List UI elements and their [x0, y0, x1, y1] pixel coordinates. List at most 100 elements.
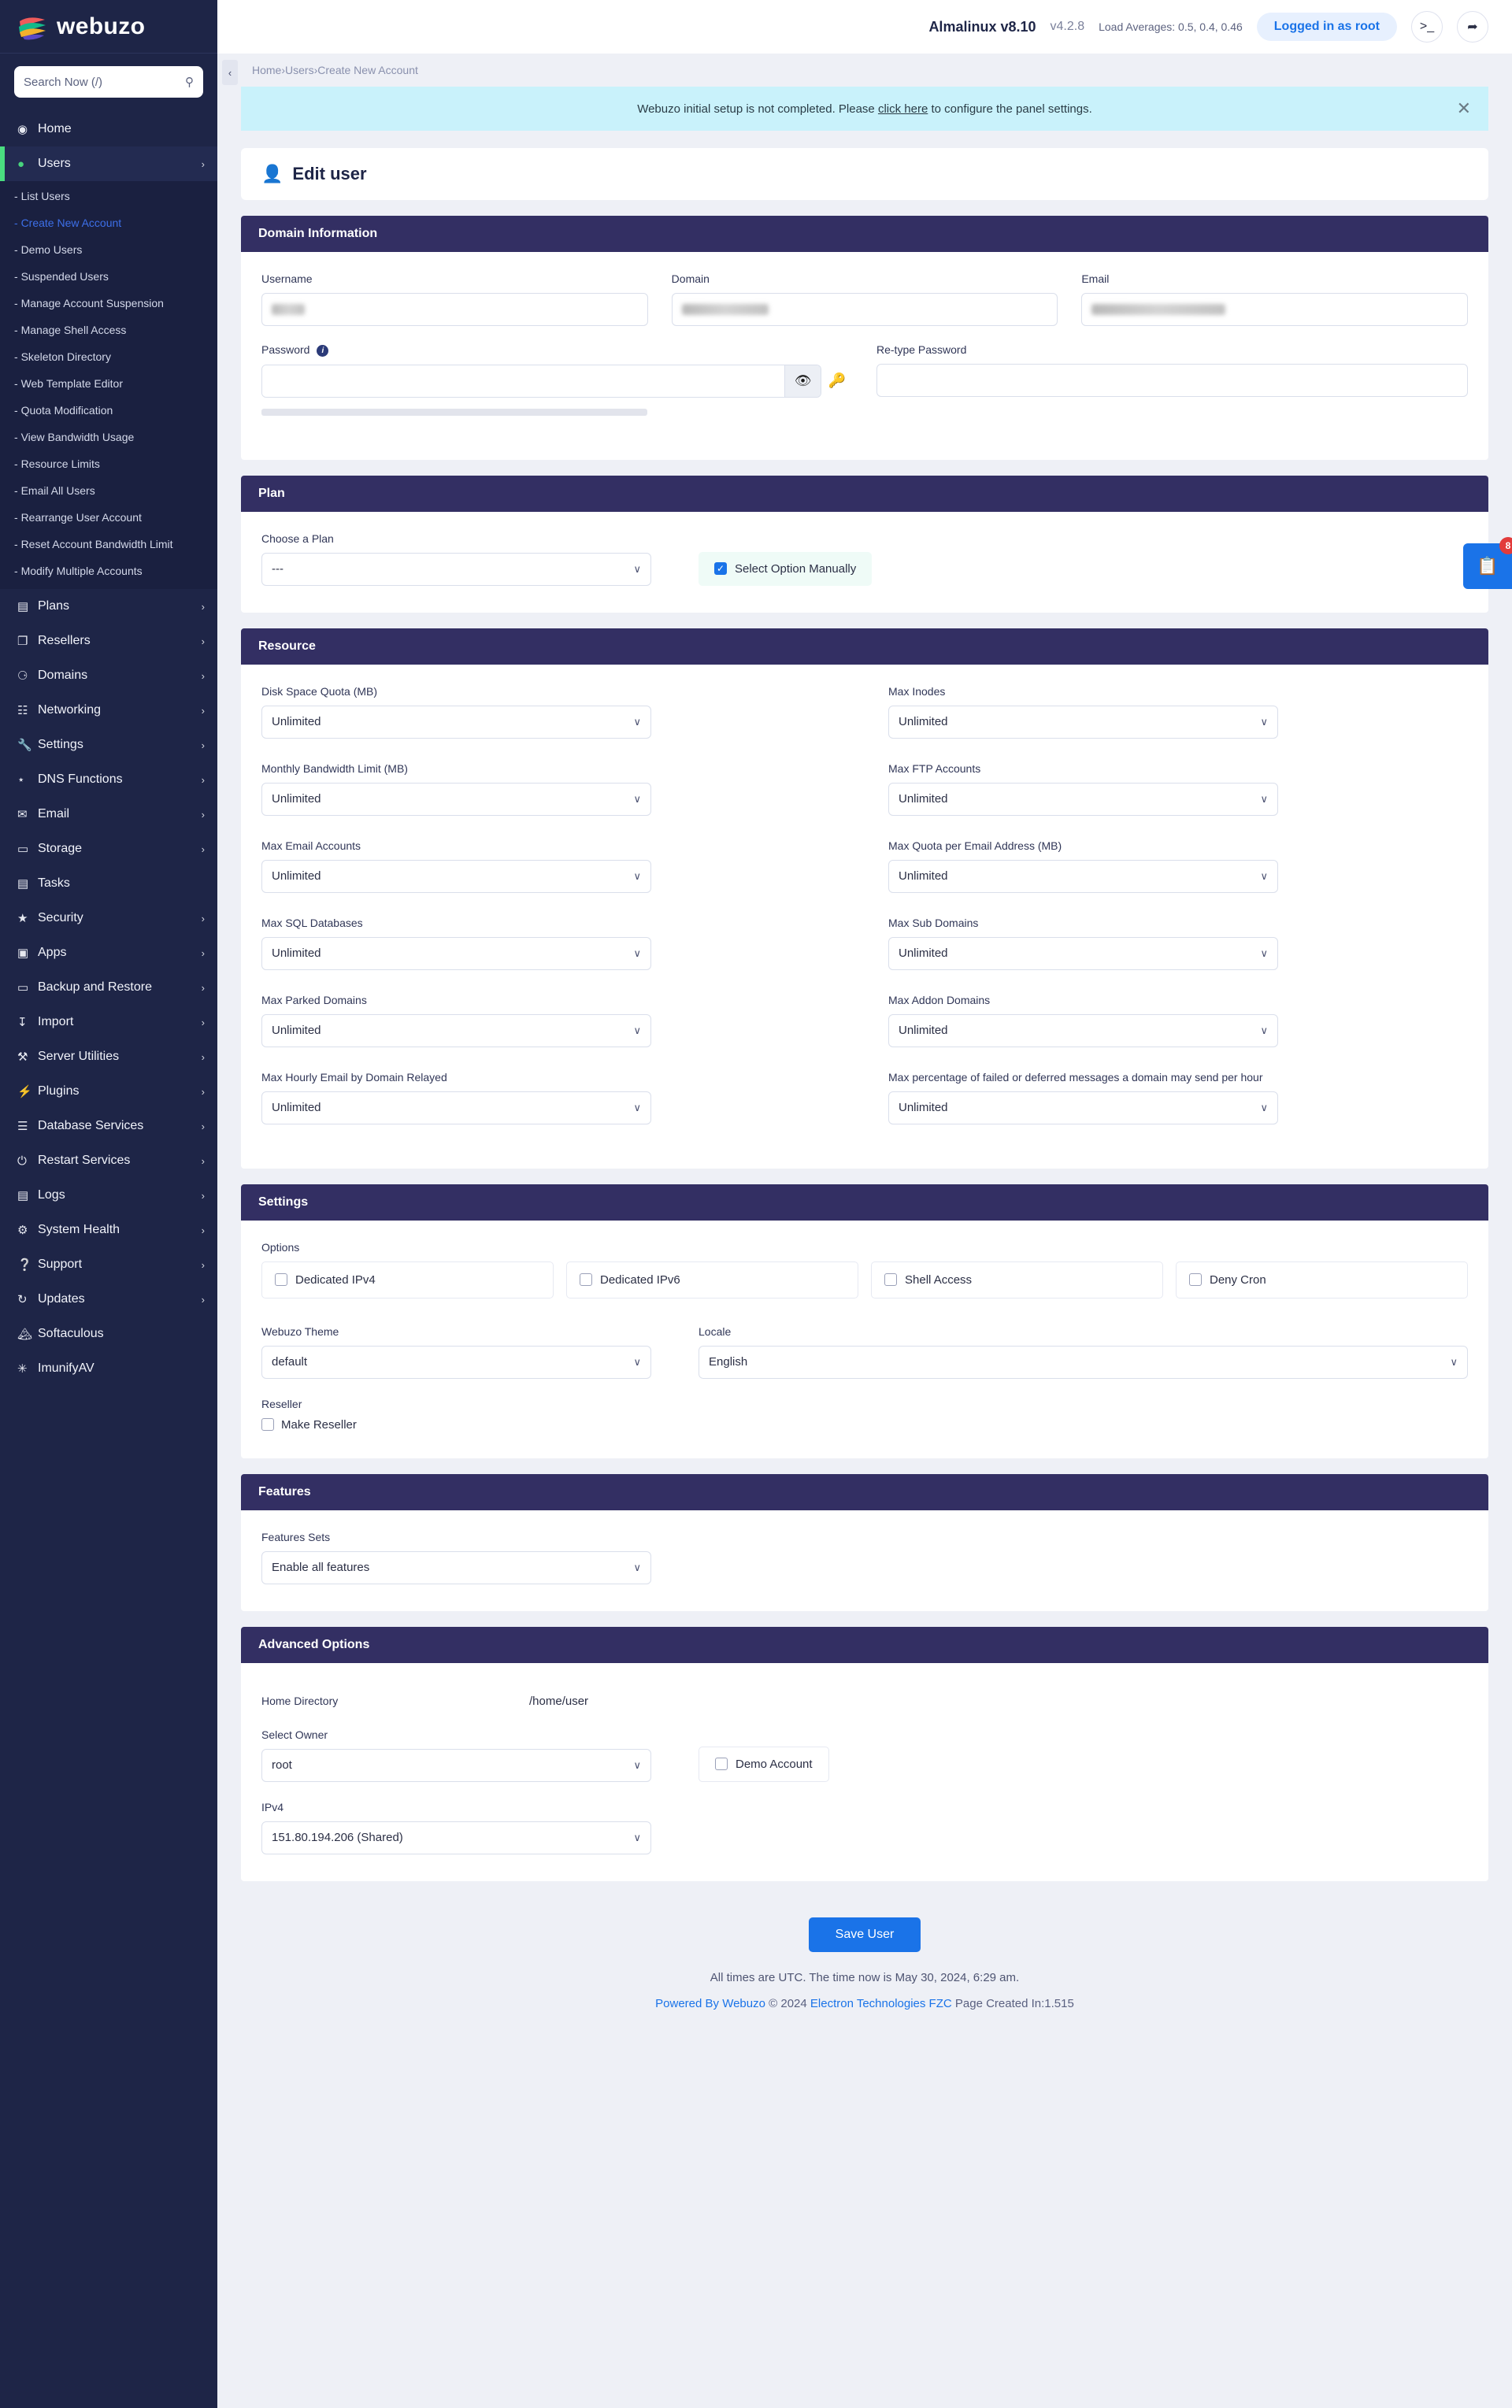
- email-input[interactable]: [1081, 293, 1469, 326]
- max-quota-per-email-select[interactable]: Unlimited ∨: [888, 859, 1278, 893]
- submenu-item-web-template-editor[interactable]: - Web Template Editor: [0, 370, 217, 397]
- sidebar-item-users[interactable]: ● Users ›: [0, 146, 217, 181]
- notice-link[interactable]: click here: [878, 102, 928, 116]
- choose-plan-select[interactable]: --- ∨: [261, 552, 651, 586]
- powered-by-webuzo-link[interactable]: Powered By Webuzo: [655, 1997, 765, 2010]
- disk-space-quota-select[interactable]: Unlimited ∨: [261, 705, 651, 739]
- sidebar-item-backup-and-restore[interactable]: ▭ Backup and Restore ›: [0, 970, 217, 1005]
- footer-copyright: © 2024: [769, 1996, 807, 2010]
- submenu-item-rearrange-user-account[interactable]: - Rearrange User Account: [0, 504, 217, 531]
- resource-field: Max Addon Domains Unlimited ∨: [888, 994, 1278, 1047]
- refresh-icon: ↻: [17, 1293, 28, 1306]
- make-reseller-checkbox[interactable]: Make Reseller: [261, 1418, 1468, 1432]
- max-addon-domains-select[interactable]: Unlimited ∨: [888, 1013, 1278, 1047]
- submenu-item-manage-shell-access[interactable]: - Manage Shell Access: [0, 317, 217, 343]
- breadcrumb-home[interactable]: Home: [252, 64, 281, 76]
- sidebar-item-softaculous[interactable]: 🏔 Softaculous: [0, 1317, 217, 1351]
- notifications-badge-button[interactable]: 📋 8: [1463, 537, 1512, 589]
- submenu-item-reset-account-bandwidth-limit[interactable]: - Reset Account Bandwidth Limit: [0, 531, 217, 558]
- sidebar-item-security[interactable]: ★ Security ›: [0, 901, 217, 935]
- sidebar-item-dns-functions[interactable]: ⋆ DNS Functions ›: [0, 762, 217, 797]
- sidebar-collapse-toggle[interactable]: ‹: [222, 60, 238, 85]
- sidebar-item-storage[interactable]: ▭ Storage ›: [0, 832, 217, 866]
- save-user-button[interactable]: Save User: [808, 1917, 921, 1952]
- users-submenu: - List Users - Create New Account - Demo…: [0, 181, 217, 589]
- chevron-down-icon: ∨: [633, 1758, 641, 1771]
- sidebar-item-updates[interactable]: ↻ Updates ›: [0, 1282, 217, 1317]
- domain-input[interactable]: [671, 293, 1058, 326]
- logout-icon[interactable]: ➦: [1457, 11, 1488, 43]
- company-link[interactable]: Electron Technologies FZC: [810, 1997, 952, 2010]
- close-icon[interactable]: ✕: [1457, 100, 1471, 117]
- sidebar-item-system-health[interactable]: ⚙ System Health ›: [0, 1213, 217, 1247]
- brand[interactable]: webuzo: [0, 0, 217, 54]
- breadcrumb-users[interactable]: Users: [285, 64, 314, 76]
- chevron-right-icon: ›: [201, 1016, 205, 1028]
- resource-value: Unlimited: [899, 1101, 948, 1115]
- sidebar-item-plans[interactable]: ▤ Plans ›: [0, 589, 217, 624]
- submenu-item-manage-account-suspension[interactable]: - Manage Account Suspension: [0, 290, 217, 317]
- sidebar-item-apps[interactable]: ▣ Apps ›: [0, 935, 217, 970]
- option-deny-cron[interactable]: Deny Cron: [1176, 1261, 1468, 1298]
- checkbox-icon: [715, 1758, 728, 1771]
- retype-password-input[interactable]: [876, 364, 1468, 397]
- panel-version: v4.2.8: [1050, 20, 1085, 33]
- search-box[interactable]: ⚲: [14, 66, 203, 98]
- max-sub-domains-select[interactable]: Unlimited ∨: [888, 936, 1278, 970]
- max-parked-domains-select[interactable]: Unlimited ∨: [261, 1013, 651, 1047]
- search-input[interactable]: [24, 75, 185, 89]
- submenu-item-create-new-account[interactable]: - Create New Account: [0, 209, 217, 236]
- submenu-item-resource-limits[interactable]: - Resource Limits: [0, 450, 217, 477]
- max-email-accounts-select[interactable]: Unlimited ∨: [261, 859, 651, 893]
- max-ftp-accounts-select[interactable]: Unlimited ∨: [888, 782, 1278, 816]
- select-owner-select[interactable]: root ∨: [261, 1748, 651, 1782]
- sidebar-item-support[interactable]: ❔ Support ›: [0, 1247, 217, 1282]
- features-sets-select[interactable]: Enable all features ∨: [261, 1550, 651, 1584]
- submenu-item-quota-modification[interactable]: - Quota Modification: [0, 397, 217, 424]
- ipv4-select[interactable]: 151.80.194.206 (Shared) ∨: [261, 1821, 651, 1854]
- sidebar-item-settings[interactable]: 🔧 Settings ›: [0, 728, 217, 762]
- retype-password-label: Re-type Password: [876, 343, 967, 356]
- info-icon[interactable]: i: [317, 344, 329, 357]
- monthly-bandwidth-limit-select[interactable]: Unlimited ∨: [261, 782, 651, 816]
- sidebar-item-database-services[interactable]: ☰ Database Services ›: [0, 1109, 217, 1143]
- sidebar-item-import[interactable]: ↧ Import ›: [0, 1005, 217, 1039]
- sidebar-item-imunifyav[interactable]: ✳ ImunifyAV: [0, 1351, 217, 1386]
- sidebar-item-resellers[interactable]: ❐ Resellers ›: [0, 624, 217, 658]
- submenu-item-modify-multiple-accounts[interactable]: - Modify Multiple Accounts: [0, 558, 217, 584]
- submenu-item-skeleton-directory[interactable]: - Skeleton Directory: [0, 343, 217, 370]
- logged-in-button[interactable]: Logged in as root: [1256, 13, 1397, 41]
- demo-account-checkbox[interactable]: Demo Account: [699, 1746, 829, 1782]
- eye-icon[interactable]: 👁: [784, 365, 821, 397]
- sidebar-item-networking[interactable]: ☷ Networking ›: [0, 693, 217, 728]
- username-input[interactable]: [261, 293, 648, 326]
- locale-select[interactable]: English ∨: [699, 1345, 1468, 1379]
- generate-password-key-icon[interactable]: 🔑: [821, 372, 853, 389]
- webuzo-theme-select[interactable]: default ∨: [261, 1345, 651, 1379]
- submenu-item-email-all-users[interactable]: - Email All Users: [0, 477, 217, 504]
- sidebar-item-plugins[interactable]: ⚡ Plugins ›: [0, 1074, 217, 1109]
- option-dedicated-ipv6[interactable]: Dedicated IPv6: [566, 1261, 858, 1298]
- submenu-item-list-users[interactable]: - List Users: [0, 183, 217, 209]
- select-option-manually-toggle[interactable]: ✓ Select Option Manually: [699, 551, 873, 586]
- password-input[interactable]: [262, 365, 784, 397]
- submenu-item-suspended-users[interactable]: - Suspended Users: [0, 263, 217, 290]
- terminal-icon[interactable]: >_: [1411, 11, 1443, 43]
- sidebar-item-server-utilities[interactable]: ⚒ Server Utilities ›: [0, 1039, 217, 1074]
- sidebar-item-logs[interactable]: ▤ Logs ›: [0, 1178, 217, 1213]
- sidebar-item-home[interactable]: ◉ Home: [0, 112, 217, 146]
- option-shell-access[interactable]: Shell Access: [871, 1261, 1163, 1298]
- option-label: Dedicated IPv4: [295, 1273, 376, 1287]
- sidebar-item-restart-services[interactable]: ⏻ Restart Services ›: [0, 1143, 217, 1178]
- submenu-item-view-bandwidth-usage[interactable]: - View Bandwidth Usage: [0, 424, 217, 450]
- max-sql-databases-select[interactable]: Unlimited ∨: [261, 936, 651, 970]
- max-failed-deferred-percentage-select[interactable]: Unlimited ∨: [888, 1091, 1278, 1124]
- option-dedicated-ipv4[interactable]: Dedicated IPv4: [261, 1261, 554, 1298]
- submenu-item-demo-users[interactable]: - Demo Users: [0, 236, 217, 263]
- sidebar-item-tasks[interactable]: ▤ Tasks: [0, 866, 217, 901]
- sidebar-item-email[interactable]: ✉ Email ›: [0, 797, 217, 832]
- max-hourly-email-relayed-select[interactable]: Unlimited ∨: [261, 1091, 651, 1124]
- max-inodes-select[interactable]: Unlimited ∨: [888, 705, 1278, 739]
- sidebar-item-domains[interactable]: ⚆ Domains ›: [0, 658, 217, 693]
- notice-text: Webuzo initial setup is not completed. P…: [637, 102, 1092, 116]
